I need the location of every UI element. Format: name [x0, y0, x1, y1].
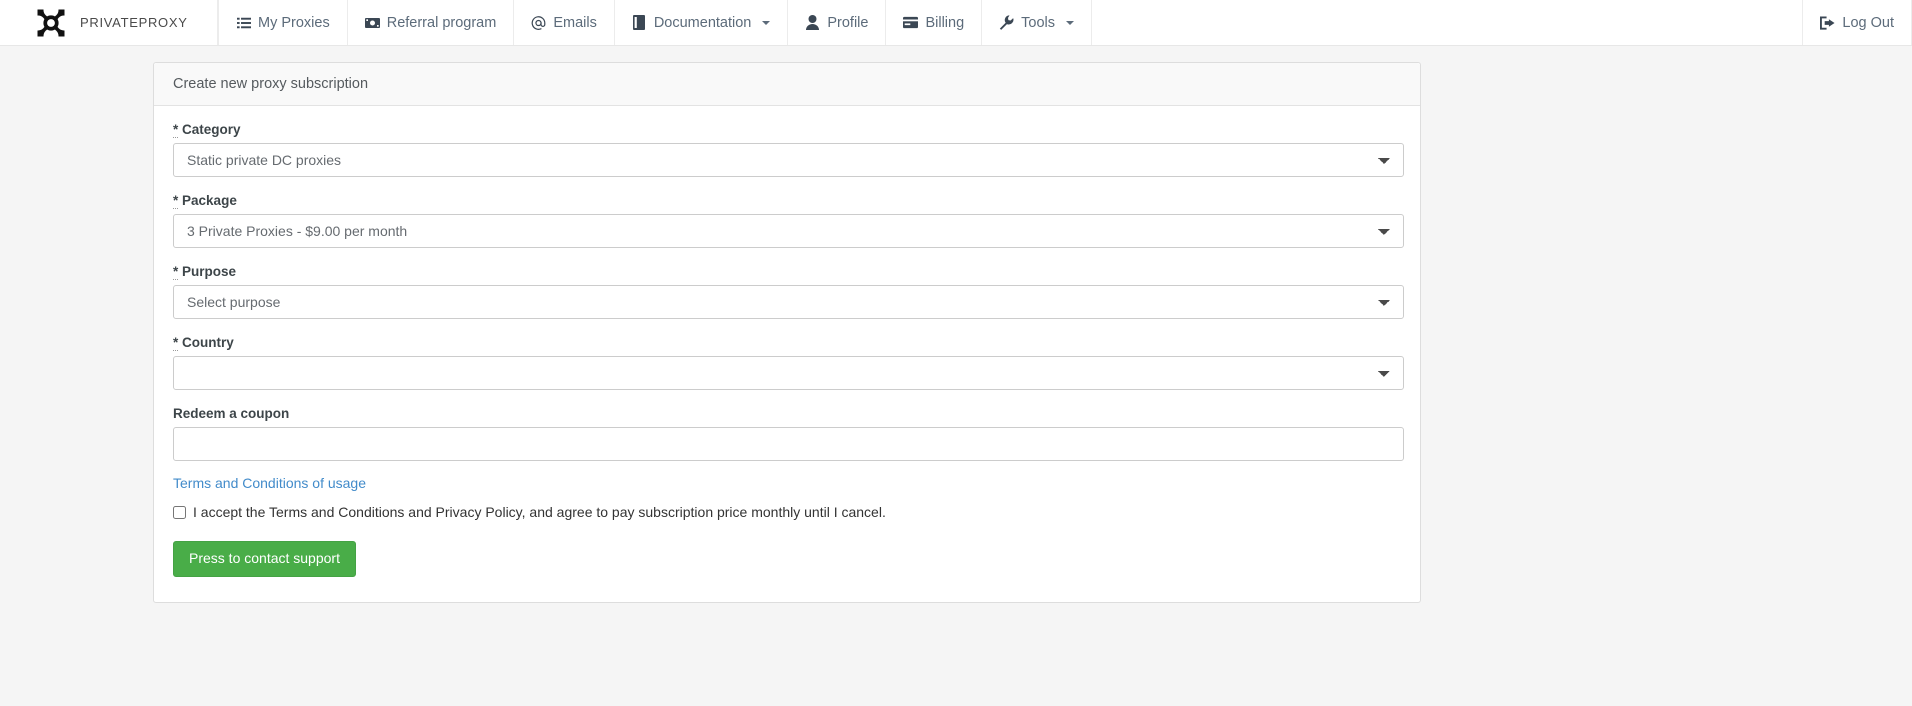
- coupon-label: Redeem a coupon: [173, 406, 290, 421]
- nav-item-my-proxies[interactable]: My Proxies: [218, 0, 348, 45]
- terms-and-conditions-link[interactable]: Terms and Conditions of usage: [173, 475, 366, 491]
- field-group-package: * Package 3 Private Proxies - $9.00 per …: [173, 193, 1404, 248]
- money-bill-icon: [364, 15, 380, 30]
- nav-right: Log Out: [1802, 0, 1912, 45]
- category-label: * Category: [173, 122, 1401, 138]
- category-label-text: Category: [182, 122, 241, 137]
- nav-item-tools[interactable]: Tools: [982, 0, 1093, 45]
- nav-item-referral-program[interactable]: Referral program: [348, 0, 515, 45]
- nav-item-label: Log Out: [1842, 14, 1894, 31]
- brand-name: PRIVATEPROXY: [80, 15, 188, 30]
- accept-terms-checkbox[interactable]: [173, 505, 186, 519]
- country-label-text: Country: [182, 335, 234, 350]
- nav-item-label: My Proxies: [258, 14, 330, 31]
- subscription-form: * Category Static private DC proxies * P…: [154, 106, 1420, 602]
- country-select[interactable]: [173, 356, 1404, 390]
- contact-support-button[interactable]: Press to contact support: [173, 541, 356, 577]
- page-content: Create new proxy subscription * Category…: [0, 46, 1912, 603]
- nav-item-label: Profile: [827, 14, 869, 31]
- book-icon: [632, 15, 647, 30]
- nav-item-label: Billing: [925, 14, 965, 31]
- chevron-down-icon: [1066, 20, 1075, 25]
- purpose-label: * Purpose: [173, 264, 1401, 280]
- nav-item-emails[interactable]: Emails: [514, 0, 615, 45]
- nav-item-billing[interactable]: Billing: [886, 0, 983, 45]
- chevron-down-icon: [762, 20, 771, 25]
- required-marker: *: [173, 264, 179, 280]
- credit-card-icon: [903, 15, 919, 30]
- coupon-input[interactable]: [173, 427, 1404, 461]
- user-icon: [805, 15, 820, 30]
- field-group-category: * Category Static private DC proxies: [173, 122, 1404, 177]
- field-group-purpose: * Purpose Select purpose: [173, 264, 1404, 319]
- nav-item-label: Tools: [1021, 14, 1056, 31]
- accept-terms-label[interactable]: I accept the Terms and Conditions and Pr…: [193, 504, 886, 520]
- create-subscription-panel: Create new proxy subscription * Category…: [153, 62, 1421, 603]
- brand[interactable]: PRIVATEPROXY: [0, 0, 218, 45]
- privateproxy-logo-icon: [30, 2, 72, 43]
- required-marker: *: [173, 335, 179, 351]
- top-navbar: PRIVATEPROXY My Proxies Referral program…: [0, 0, 1912, 46]
- nav-items: My Proxies Referral program Emails Docum…: [218, 0, 1093, 45]
- nav-item-label: Documentation: [653, 14, 752, 31]
- category-select[interactable]: Static private DC proxies: [173, 143, 1404, 177]
- package-select[interactable]: 3 Private Proxies - $9.00 per month: [173, 214, 1404, 248]
- country-label: * Country: [173, 335, 1401, 351]
- field-group-coupon: Redeem a coupon: [173, 406, 1404, 461]
- purpose-select[interactable]: Select purpose: [173, 285, 1404, 319]
- purpose-label-text: Purpose: [182, 264, 237, 279]
- package-label: * Package: [173, 193, 1401, 209]
- required-marker: *: [173, 122, 179, 138]
- nav-item-label: Referral program: [386, 14, 497, 31]
- nav-item-label: Emails: [553, 14, 597, 31]
- nav-item-logout[interactable]: Log Out: [1802, 0, 1912, 45]
- required-marker: *: [173, 193, 179, 209]
- list-icon: [236, 15, 251, 30]
- accept-terms-row: I accept the Terms and Conditions and Pr…: [173, 504, 1401, 520]
- nav-item-profile[interactable]: Profile: [788, 0, 887, 45]
- sign-out-icon: [1820, 15, 1835, 30]
- package-label-text: Package: [182, 193, 237, 208]
- panel-title: Create new proxy subscription: [154, 63, 1420, 106]
- nav-item-documentation[interactable]: Documentation: [615, 0, 789, 45]
- field-group-country: * Country: [173, 335, 1404, 390]
- at-sign-icon: [531, 15, 546, 30]
- wrench-icon: [999, 15, 1014, 30]
